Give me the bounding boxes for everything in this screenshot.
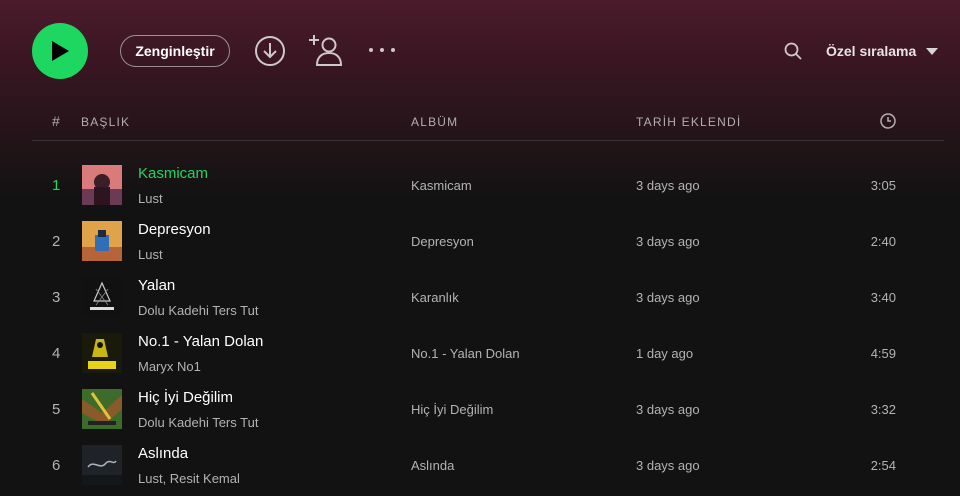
track-duration: 3:32 — [870, 402, 896, 417]
track-date-added: 3 days ago — [636, 234, 700, 249]
tracklist-header: # BAŞLIK ALBÜM TARİH EKLENDİ — [32, 104, 944, 141]
header-title[interactable]: BAŞLIK — [81, 115, 130, 129]
clock-icon — [880, 113, 896, 129]
track-number: 3 — [52, 289, 61, 306]
track-artist[interactable]: Lust — [138, 191, 163, 206]
header-duration[interactable] — [880, 113, 896, 132]
play-button[interactable] — [32, 23, 88, 79]
track-album[interactable]: Hiç İyi Değilim — [411, 402, 493, 417]
header-number: # — [52, 113, 61, 129]
tracklist: 1 Kasmicam Lust Kasmicam 3 days ago 3:05… — [32, 157, 944, 493]
album-cover — [82, 333, 122, 373]
track-duration: 3:40 — [870, 290, 896, 305]
sort-label: Özel sıralama — [826, 43, 917, 59]
track-row[interactable]: 3 Yalan Dolu Kadehi Ters Tut Karanlık 3 … — [32, 269, 944, 325]
track-row[interactable]: 1 Kasmicam Lust Kasmicam 3 days ago 3:05 — [32, 157, 944, 213]
track-title[interactable]: No.1 - Yalan Dolan — [138, 333, 263, 350]
track-number: 1 — [52, 177, 61, 194]
track-date-added: 3 days ago — [636, 402, 700, 417]
track-number: 6 — [52, 457, 61, 474]
search-button[interactable] — [780, 38, 806, 64]
add-user-button[interactable] — [308, 33, 344, 67]
track-date-added: 1 day ago — [636, 346, 694, 361]
add-user-icon — [309, 35, 343, 66]
track-artist[interactable]: Dolu Kadehi Ters Tut — [138, 303, 258, 318]
track-artist[interactable]: Lust, Resit Kemal — [138, 471, 240, 486]
search-icon — [784, 42, 802, 60]
album-cover — [82, 165, 122, 205]
track-title[interactable]: Yalan — [138, 277, 175, 294]
track-row[interactable]: 4 No.1 - Yalan Dolan Maryx No1 No.1 - Ya… — [32, 325, 944, 381]
caret-down-icon — [926, 47, 939, 55]
track-row[interactable]: 2 Depresyon Lust Depresyon 3 days ago 2:… — [32, 213, 944, 269]
track-album[interactable]: Kasmicam — [411, 178, 472, 193]
album-cover — [82, 445, 122, 485]
track-artist[interactable]: Maryx No1 — [138, 359, 201, 374]
more-options-button[interactable] — [366, 38, 398, 62]
download-circle-icon — [255, 36, 285, 66]
track-title[interactable]: Aslında — [138, 445, 188, 462]
header-date-added[interactable]: TARİH EKLENDİ — [636, 115, 741, 129]
sort-dropdown[interactable]: Özel sıralama — [826, 40, 940, 62]
track-album[interactable]: Karanlık — [411, 290, 459, 305]
track-album[interactable]: No.1 - Yalan Dolan — [411, 346, 520, 361]
more-horizontal-icon — [369, 48, 395, 52]
album-cover — [82, 221, 122, 261]
track-artist[interactable]: Dolu Kadehi Ters Tut — [138, 415, 258, 430]
download-button[interactable] — [254, 35, 286, 67]
action-bar: Zenginleştir Özel sıralama — [0, 0, 960, 104]
track-number: 5 — [52, 401, 61, 418]
track-album[interactable]: Aslında — [411, 458, 454, 473]
track-duration: 2:40 — [870, 234, 896, 249]
track-duration: 4:59 — [870, 346, 896, 361]
track-duration: 2:54 — [870, 458, 896, 473]
album-cover — [82, 277, 122, 317]
track-album[interactable]: Depresyon — [411, 234, 474, 249]
track-title[interactable]: Kasmicam — [138, 165, 208, 182]
header-album[interactable]: ALBÜM — [411, 115, 458, 129]
track-date-added: 3 days ago — [636, 290, 700, 305]
play-icon — [52, 41, 69, 61]
track-date-added: 3 days ago — [636, 178, 700, 193]
track-row[interactable]: 6 Aslında Lust, Resit Kemal Aslında 3 da… — [32, 437, 944, 493]
track-duration: 3:05 — [870, 178, 896, 193]
track-title[interactable]: Depresyon — [138, 221, 211, 238]
track-title[interactable]: Hiç İyi Değilim — [138, 389, 233, 406]
track-row[interactable]: 5 Hiç İyi Değilim Dolu Kadehi Ters Tut H… — [32, 381, 944, 437]
album-cover — [82, 389, 122, 429]
track-number: 4 — [52, 345, 61, 362]
track-number: 2 — [52, 233, 61, 250]
track-artist[interactable]: Lust — [138, 247, 163, 262]
enrich-button[interactable]: Zenginleştir — [120, 35, 230, 67]
track-date-added: 3 days ago — [636, 458, 700, 473]
